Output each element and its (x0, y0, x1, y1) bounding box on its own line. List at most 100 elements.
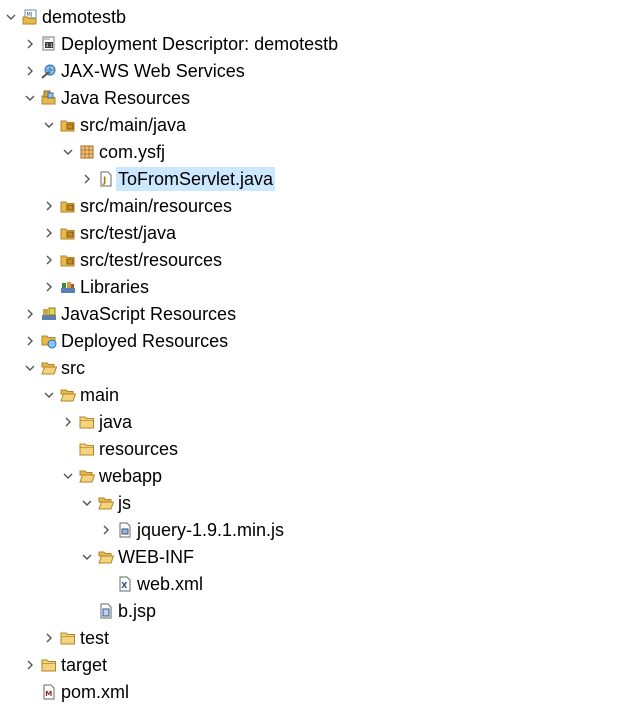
chevron-down-icon[interactable] (80, 544, 94, 571)
tree-item-label: Java Resources (61, 88, 191, 108)
tree-item-label: jquery-1.9.1.min.js (137, 520, 285, 540)
chevron-right-icon[interactable] (61, 409, 75, 436)
tree-item-resources[interactable]: resources (0, 436, 631, 463)
xml-file-icon: X (117, 576, 133, 592)
tree-item-label: JavaScript Resources (61, 304, 237, 324)
deployment-descriptor-icon: 3.1 (41, 36, 57, 52)
chevron-down-icon[interactable] (23, 355, 37, 382)
tree-item-demotestb[interactable]: MJ demotestb (0, 4, 631, 31)
tree-item-src-main-java[interactable]: src/main/java (0, 112, 631, 139)
source-folder-icon (60, 198, 76, 214)
tree-item-jax-ws-web-services[interactable]: JAX-WS Web Services (0, 58, 631, 85)
tree-item-label: Deployed Resources (61, 331, 229, 351)
tree-item-label: resources (99, 439, 179, 459)
tree-item-label: Libraries (80, 277, 150, 297)
chevron-down-icon[interactable] (61, 139, 75, 166)
tree-item-target[interactable]: target (0, 652, 631, 679)
tree-item-libraries[interactable]: Libraries (0, 274, 631, 301)
folder-icon (60, 630, 76, 646)
source-folder-icon (60, 252, 76, 268)
chevron-down-icon[interactable] (42, 112, 56, 139)
tree-item-label: src/main/java (80, 115, 187, 135)
tree-item-label: WEB-INF (118, 547, 194, 567)
tree-item-b-jsp[interactable]: b.jsp (0, 598, 631, 625)
svg-text:3.1: 3.1 (46, 43, 53, 49)
tree-item-java[interactable]: java (0, 409, 631, 436)
js-file-icon (117, 522, 133, 538)
tree-item-label: JAX-WS Web Services (61, 61, 245, 81)
folder-icon (41, 657, 57, 673)
tree-item-js[interactable]: js (0, 490, 631, 517)
source-folder-icon (60, 225, 76, 241)
web-services-icon (41, 63, 57, 79)
java-resources-icon (41, 90, 57, 106)
tree-item-label: java (99, 412, 133, 432)
tree-item-src[interactable]: src (0, 355, 631, 382)
chevron-right-icon[interactable] (23, 31, 37, 58)
svg-text:X: X (121, 581, 128, 590)
libraries-icon (60, 279, 76, 295)
tree-item-label: b.jsp (118, 601, 157, 621)
tree-item-label: ToFromServlet.java (116, 167, 276, 191)
tree-item-test[interactable]: test (0, 625, 631, 652)
folder-open-icon (60, 387, 77, 403)
chevron-right-icon[interactable] (23, 328, 37, 355)
folder-icon (79, 441, 95, 457)
svg-text:M: M (45, 690, 52, 698)
tree-item-web-xml[interactable]: Xweb.xml (0, 571, 631, 598)
tree-item-label: src/test/java (80, 223, 177, 243)
chevron-right-icon[interactable] (42, 193, 56, 220)
folder-icon (79, 414, 95, 430)
package-icon (79, 144, 95, 160)
chevron-right-icon[interactable] (42, 274, 56, 301)
tree-item-label: js (118, 493, 131, 513)
folder-open-icon (79, 468, 96, 484)
tree-item-com-ysfj[interactable]: com.ysfj (0, 139, 631, 166)
chevron-down-icon[interactable] (61, 463, 75, 490)
chevron-right-icon[interactable] (80, 166, 94, 193)
folder-open-icon (98, 495, 115, 511)
maven-pom-icon: M (41, 684, 57, 700)
chevron-right-icon[interactable] (23, 301, 37, 328)
chevron-down-icon[interactable] (23, 85, 37, 112)
tree-item-deployed-resources[interactable]: Deployed Resources (0, 328, 631, 355)
folder-open-icon (41, 360, 58, 376)
tree-item-web-inf[interactable]: WEB-INF (0, 544, 631, 571)
tree-item-label: src/main/resources (80, 196, 233, 216)
tree-item-label: webapp (99, 466, 163, 486)
chevron-right-icon[interactable] (99, 517, 113, 544)
tree-item-main[interactable]: main (0, 382, 631, 409)
tree-item-deployment-descriptor-demotestb[interactable]: 3.1 Deployment Descriptor: demotestb (0, 31, 631, 58)
chevron-right-icon[interactable] (23, 652, 37, 679)
tree-item-label: web.xml (137, 574, 204, 594)
jsp-file-icon (98, 603, 114, 619)
chevron-right-icon[interactable] (42, 220, 56, 247)
tree-item-pom-xml[interactable]: Mpom.xml (0, 679, 631, 706)
tree-item-label: com.ysfj (99, 142, 166, 162)
chevron-right-icon[interactable] (42, 247, 56, 274)
tree-item-label: target (61, 655, 108, 675)
tree-item-label: src (61, 358, 85, 378)
chevron-down-icon[interactable] (42, 382, 56, 409)
tree-item-src-test-java[interactable]: src/test/java (0, 220, 631, 247)
tree-item-javascript-resources[interactable]: JavaScript Resources (0, 301, 631, 328)
chevron-right-icon[interactable] (23, 58, 37, 85)
tree-item-webapp[interactable]: webapp (0, 463, 631, 490)
chevron-right-icon[interactable] (42, 625, 56, 652)
chevron-down-icon[interactable] (4, 4, 18, 31)
tree-item-java-resources[interactable]: Java Resources (0, 85, 631, 112)
tree-item-src-main-resources[interactable]: src/main/resources (0, 193, 631, 220)
tree-item-label: src/test/resources (80, 250, 223, 270)
deployed-resources-icon (41, 333, 57, 349)
tree-item-label: demotestb (42, 7, 127, 27)
source-folder-icon (60, 117, 76, 133)
svg-text:J: J (102, 176, 106, 186)
tree-item-tofromservlet-java[interactable]: J ToFromServlet.java (0, 166, 631, 193)
tree-item-label: pom.xml (61, 682, 130, 702)
javascript-resources-icon (41, 306, 57, 322)
java-file-icon: J (98, 171, 114, 187)
project-icon: MJ (22, 9, 38, 25)
chevron-down-icon[interactable] (80, 490, 94, 517)
tree-item-src-test-resources[interactable]: src/test/resources (0, 247, 631, 274)
tree-item-jquery-1-9-1-min-js[interactable]: jquery-1.9.1.min.js (0, 517, 631, 544)
